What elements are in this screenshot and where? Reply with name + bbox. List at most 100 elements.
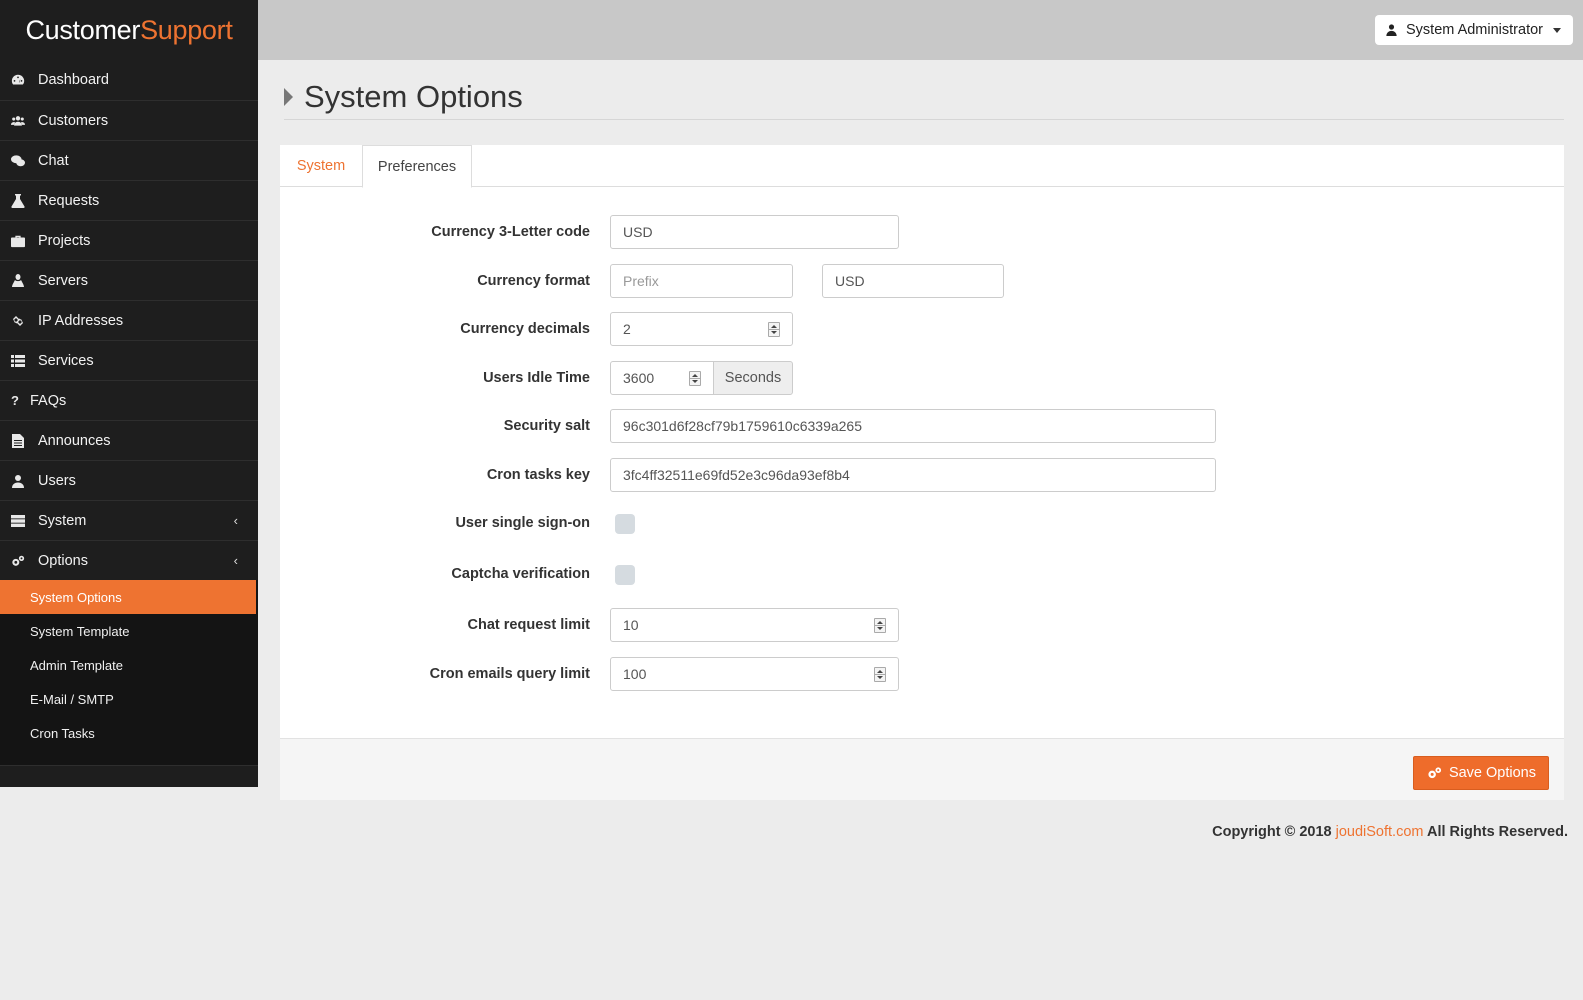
copyright-prefix: Copyright © 2018 [1212,824,1336,840]
currency-format-label: Currency format [477,273,590,289]
chat-limit-input[interactable]: 10 [610,608,899,642]
company-link[interactable]: joudiSoft.com [1336,824,1424,840]
currency-decimals-input[interactable]: 2 [610,312,793,346]
cron-key-input[interactable]: 3fc4ff32511e69fd52e3c96da93ef8b4 [610,458,1216,492]
currency-decimals-value: 2 [623,321,631,337]
submenu-item-email-smtp[interactable]: E-Mail / SMTP [0,682,258,716]
save-options-button[interactable]: Save Options [1412,756,1549,790]
sidebar-item-dashboard[interactable]: Dashboard [0,60,258,100]
file-icon [10,433,26,448]
user-icon [1386,24,1397,36]
dashboard-icon [10,73,26,87]
form-row-chat-limit: Chat request limit 10 [280,608,1564,642]
currency-code-label: Currency 3-Letter code [431,224,590,240]
idle-time-label: Users Idle Time [483,370,590,386]
page-footer: Copyright © 2018 joudiSoft.com All Right… [1212,824,1568,840]
sidebar-item-announces[interactable]: Announces [0,420,258,460]
sidebar-item-options[interactable]: Options ‹ [0,540,258,580]
chevron-left-icon: ‹ [233,553,238,568]
currency-decimals-label: Currency decimals [460,321,590,337]
brand-part1: Customer [25,14,141,45]
flask-icon [10,193,26,208]
sidebar-item-servers[interactable]: Servers [0,260,258,300]
cron-emails-limit-value: 100 [623,666,647,682]
sidebar-item-label: Requests [38,192,100,209]
sidebar-item-customers[interactable]: Customers [0,100,258,140]
form-row-security-salt: Security salt 96c301d6f28cf79b1759610c63… [280,409,1564,443]
number-spinner[interactable] [768,322,780,337]
submenu-item-admin-template[interactable]: Admin Template [0,648,258,682]
sidebar-item-faqs[interactable]: ? FAQs [0,380,258,420]
sso-checkbox[interactable] [615,514,635,534]
cron-emails-limit-label: Cron emails query limit [429,666,590,682]
brand-part2: Support [140,14,233,45]
linux-icon [10,273,26,288]
page-title: System Options [304,78,523,114]
caret-down-icon [1553,27,1561,33]
briefcase-icon [10,234,26,248]
sso-label: User single sign-on [455,515,590,531]
idle-time-input[interactable]: 3600 [610,361,714,395]
submenu-item-cron-tasks[interactable]: Cron Tasks [0,716,258,750]
user-menu-button[interactable]: System Administrator [1375,15,1573,45]
sidebar-item-label: Projects [38,232,91,249]
link-icon [10,314,26,328]
sidebar-item-label: Options [38,552,88,569]
idle-time-value: 3600 [623,370,655,386]
security-salt-label: Security salt [503,418,590,434]
sidebar: Customer Support Dashboard Customers Chat… [0,0,258,787]
currency-suffix-input[interactable]: USD [822,264,1004,298]
sidebar-item-chat[interactable]: Chat [0,140,258,180]
submenu-item-system-options[interactable]: System Options [0,580,256,614]
form-row-currency-format: Currency format Prefix USD [280,264,1564,298]
form-row-sso: User single sign-on [280,506,1564,540]
chat-icon [10,154,26,168]
security-salt-input[interactable]: 96c301d6f28cf79b1759610c6339a265 [610,409,1216,443]
chevron-left-icon: ‹ [233,513,238,528]
sidebar-item-label: Services [38,352,94,369]
currency-prefix-input[interactable]: Prefix [610,264,793,298]
number-spinner[interactable] [689,371,701,386]
sidebar-item-label: IP Addresses [38,312,124,329]
chat-limit-label: Chat request limit [467,617,590,633]
idle-time-unit: Seconds [713,361,793,395]
sidebar-item-services[interactable]: Services [0,340,258,380]
sidebar-item-requests[interactable]: Requests [0,180,258,220]
sidebar-item-users[interactable]: Users [0,460,258,500]
tab-system[interactable]: System [280,145,362,187]
sidebar-item-label: System [38,512,87,529]
server-icon [10,514,26,528]
sidebar-item-label: FAQs [30,392,67,409]
sidebar-item-ip-addresses[interactable]: IP Addresses [0,300,258,340]
cron-emails-limit-input[interactable]: 100 [610,657,899,691]
form-row-currency-code: Currency 3-Letter code USD [280,215,1564,249]
number-spinner[interactable] [874,618,886,633]
brand-logo[interactable]: Customer Support [0,0,258,60]
page-header: System Options [284,74,1564,120]
currency-code-input[interactable]: USD [610,215,899,249]
sidebar-item-projects[interactable]: Projects [0,220,258,260]
sidebar-item-label: Chat [38,152,69,169]
submenu-item-system-template[interactable]: System Template [0,614,258,648]
number-spinner[interactable] [874,667,886,682]
tab-preferences[interactable]: Preferences [362,145,472,188]
form-row-idle-time: Users Idle Time 3600 Seconds [280,361,1564,395]
save-options-label: Save Options [1448,765,1536,781]
panel-footer: Save Options [280,738,1564,800]
form-row-cron-emails-limit: Cron emails query limit 100 [280,657,1564,691]
cogs-icon [10,554,26,568]
chat-limit-value: 10 [623,617,639,633]
sidebar-item-label: Users [38,472,76,489]
sidebar-item-label: Servers [38,272,88,289]
users-icon [10,114,26,128]
captcha-checkbox[interactable] [615,565,635,585]
user-menu-label: System Administrator [1406,22,1543,38]
list-icon [10,354,26,368]
cogs-icon [1428,767,1441,779]
user-secret-icon [10,474,26,488]
sidebar-item-system[interactable]: System ‹ [0,500,258,540]
caret-right-icon [284,87,293,106]
form-row-cron-key: Cron tasks key 3fc4ff32511e69fd52e3c96da… [280,458,1564,492]
sidebar-item-label: Customers [38,112,109,129]
submenu-spacer [0,750,258,766]
